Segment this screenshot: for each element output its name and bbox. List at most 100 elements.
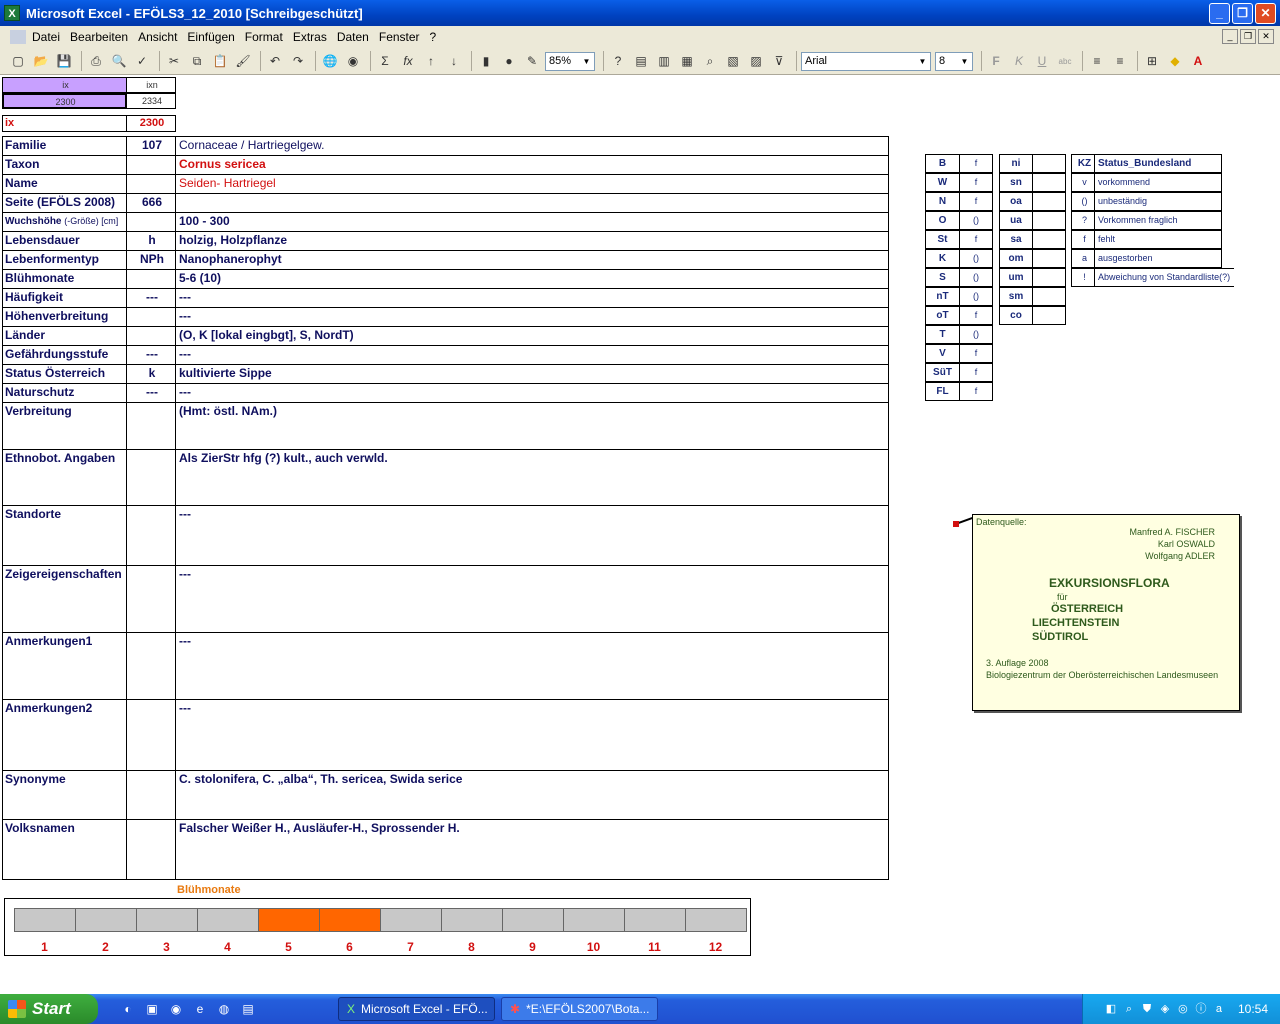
quicklaunch-icon-1[interactable]: ◐ <box>118 999 138 1019</box>
region-status[interactable] <box>1032 287 1066 306</box>
chart-icon[interactable]: ▮ <box>476 51 496 71</box>
function-icon[interactable]: fx <box>398 51 418 71</box>
align-left-icon[interactable]: ≡ <box>1087 51 1107 71</box>
status-kz[interactable]: ! <box>1071 268 1095 287</box>
font-size-select[interactable]: 8 ▼ <box>935 51 973 71</box>
quicklaunch-icon-6[interactable]: ▤ <box>238 999 258 1019</box>
toolbar-icon-d[interactable]: ▧ <box>723 51 743 71</box>
region-status[interactable]: f <box>959 230 993 249</box>
row-label[interactable]: Länder <box>2 326 127 346</box>
toolbar-icon-a[interactable]: ▤ <box>631 51 651 71</box>
row-label[interactable]: Naturschutz <box>2 383 127 403</box>
region-status[interactable]: () <box>959 287 993 306</box>
zoom-select[interactable]: 85% ▼ <box>545 51 595 71</box>
borders-icon[interactable]: ⊞ <box>1142 51 1162 71</box>
region-status[interactable] <box>1032 211 1066 230</box>
row-value[interactable]: (O, K [lokal eingbgt], S, NordT) <box>175 326 889 346</box>
maximize-button[interactable]: ❐ <box>1232 3 1253 24</box>
row-label[interactable]: Volksnamen <box>2 819 127 880</box>
row-value[interactable]: (Hmt: östl. NAm.) <box>175 402 889 450</box>
row-code[interactable]: --- <box>126 383 176 403</box>
quicklaunch-icon-2[interactable]: ▣ <box>142 999 162 1019</box>
row-value[interactable]: Cornus sericea <box>175 155 889 175</box>
row-value[interactable]: --- <box>175 565 889 633</box>
region-code[interactable]: sa <box>999 230 1033 249</box>
row-value[interactable]: Seiden- Hartriegel <box>175 174 889 194</box>
region-status[interactable] <box>1032 192 1066 211</box>
region-code[interactable]: co <box>999 306 1033 325</box>
new-icon[interactable]: ▢ <box>8 51 28 71</box>
region-status[interactable] <box>1032 268 1066 287</box>
menu-fenster[interactable]: Fenster <box>379 30 420 44</box>
row-code[interactable] <box>126 699 176 771</box>
row-label[interactable]: Anmerkungen2 <box>2 699 127 771</box>
row-label[interactable]: Blühmonate <box>2 269 127 289</box>
row-code[interactable] <box>126 155 176 175</box>
toolbar-icon-c[interactable]: ▦ <box>677 51 697 71</box>
row-value[interactable]: Nanophanerophyt <box>175 250 889 270</box>
drawing-icon[interactable]: ✎ <box>522 51 542 71</box>
row-value[interactable]: --- <box>175 383 889 403</box>
row-value[interactable]: kultivierte Sippe <box>175 364 889 384</box>
row-code[interactable]: 107 <box>126 136 176 156</box>
region-status[interactable] <box>1032 173 1066 192</box>
region-status[interactable]: () <box>959 268 993 287</box>
region-code[interactable]: sn <box>999 173 1033 192</box>
row-code[interactable]: k <box>126 364 176 384</box>
status-label[interactable]: fehlt <box>1094 230 1222 249</box>
font-color-icon[interactable]: A <box>1188 51 1208 71</box>
toolbar-icon-b[interactable]: ▥ <box>654 51 674 71</box>
status-label[interactable]: Abweichung von Standardliste(?) <box>1094 268 1234 287</box>
row-code[interactable]: h <box>126 231 176 251</box>
row-code[interactable]: 666 <box>126 193 176 213</box>
row-label[interactable]: Wuchshöhe (-Größe) [cm] <box>2 212 127 232</box>
region-status[interactable] <box>1032 230 1066 249</box>
row-label[interactable]: Lebenformentyp <box>2 250 127 270</box>
region-code[interactable]: O <box>925 211 960 230</box>
update-icon[interactable]: ◎ <box>1176 1002 1190 1016</box>
row-value[interactable]: --- <box>175 699 889 771</box>
region-status[interactable]: () <box>959 325 993 344</box>
menu-help[interactable]: ? <box>430 30 437 44</box>
undo-icon[interactable]: ↶ <box>265 51 285 71</box>
ixn-header[interactable]: ixn <box>126 77 176 93</box>
task-excel[interactable]: X Microsoft Excel - EFÖ... <box>338 997 495 1021</box>
row-value[interactable]: holzig, Holzpflanze <box>175 231 889 251</box>
row-label[interactable]: Seite (EFÖLS 2008) <box>2 193 127 213</box>
hyperlink-icon[interactable]: 🌐 <box>320 51 340 71</box>
copy-icon[interactable]: ⧉ <box>187 51 207 71</box>
status-kz-header[interactable]: KZ <box>1071 154 1095 173</box>
region-code[interactable]: B <box>925 154 960 173</box>
strikethrough-icon[interactable]: abc <box>1055 51 1075 71</box>
region-status[interactable]: f <box>959 344 993 363</box>
row-code[interactable] <box>126 307 176 327</box>
row-label[interactable]: Taxon <box>2 155 127 175</box>
row-label[interactable]: Synonyme <box>2 770 127 820</box>
row-value[interactable]: C. stolonifera, C. „alba“, Th. sericea, … <box>175 770 889 820</box>
close-button[interactable]: ✕ <box>1255 3 1276 24</box>
sort-desc-icon[interactable]: ↓ <box>444 51 464 71</box>
row-code[interactable] <box>126 632 176 700</box>
region-status[interactable]: f <box>959 306 993 325</box>
italic-icon[interactable]: K <box>1009 51 1029 71</box>
info-icon[interactable]: ⓘ <box>1194 1002 1208 1016</box>
region-code[interactable]: um <box>999 268 1033 287</box>
region-code[interactable]: K <box>925 249 960 268</box>
network-icon[interactable]: ◧ <box>1104 1002 1118 1016</box>
row-value[interactable]: --- <box>175 632 889 700</box>
row-value[interactable]: Als ZierStr hfg (?) kult., auch verwld. <box>175 449 889 506</box>
status-kz[interactable]: a <box>1071 249 1095 268</box>
row-value[interactable] <box>175 193 889 213</box>
region-code[interactable]: om <box>999 249 1033 268</box>
region-code[interactable]: S <box>925 268 960 287</box>
align-center-icon[interactable]: ≡ <box>1110 51 1130 71</box>
map-icon[interactable]: ● <box>499 51 519 71</box>
save-icon[interactable]: 💾 <box>54 51 74 71</box>
ixn-value[interactable]: 2334 <box>126 93 176 109</box>
menu-daten[interactable]: Daten <box>337 30 369 44</box>
region-code[interactable]: N <box>925 192 960 211</box>
sort-asc-icon[interactable]: ↑ <box>421 51 441 71</box>
region-code[interactable]: W <box>925 173 960 192</box>
row-label[interactable]: Status Österreich <box>2 364 127 384</box>
region-status[interactable] <box>1032 306 1066 325</box>
